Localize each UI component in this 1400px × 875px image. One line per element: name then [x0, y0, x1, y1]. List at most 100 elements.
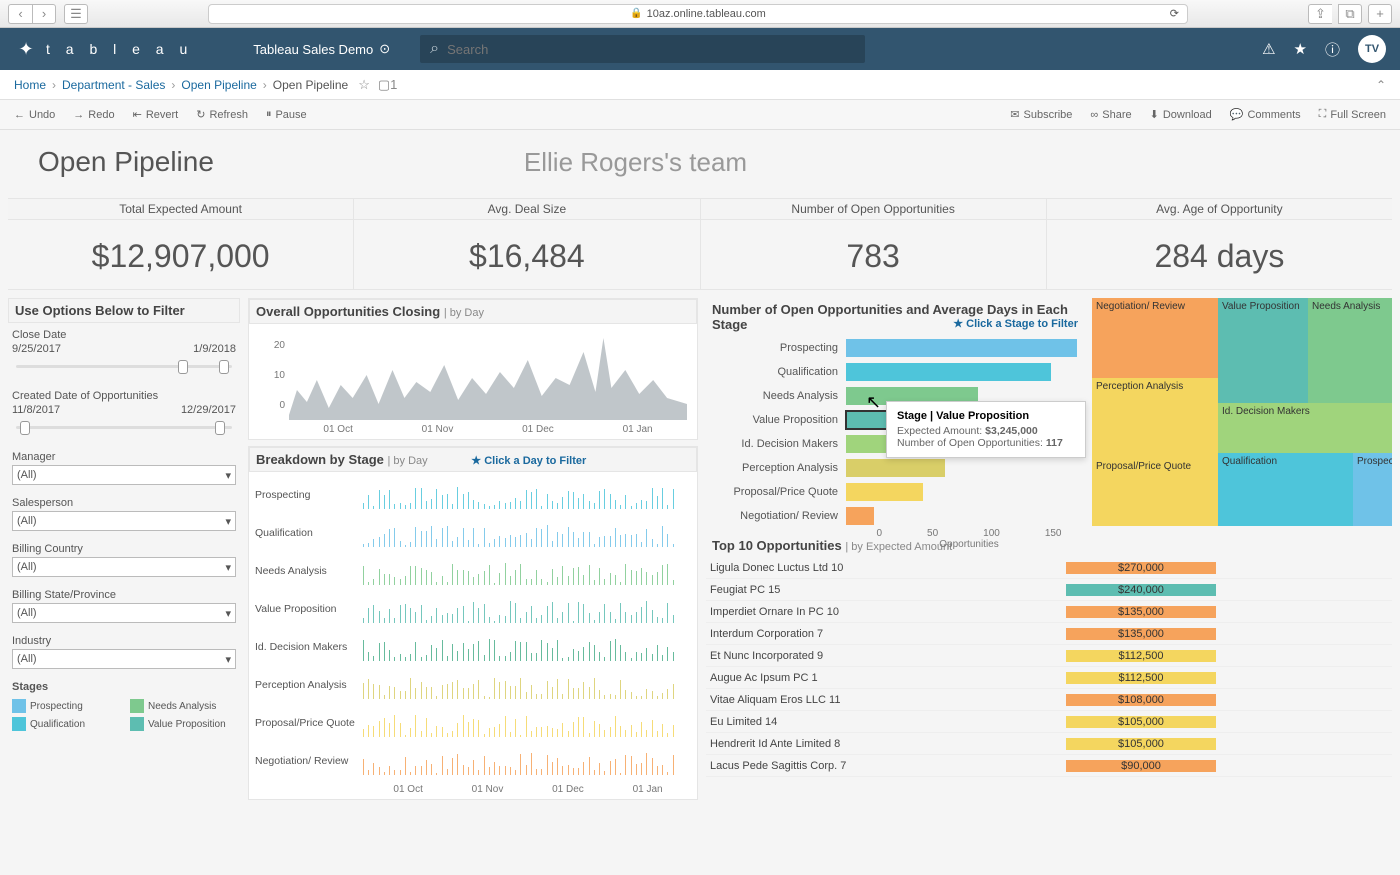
breadcrumb-current: Open Pipeline: [273, 78, 348, 92]
breakdown-row[interactable]: Needs Analysis: [255, 552, 691, 590]
share-button[interactable]: ∞Share: [1090, 108, 1131, 121]
close-date-slider[interactable]: [16, 365, 232, 368]
treemap-cell[interactable]: Needs Analysis: [1308, 298, 1392, 403]
redo-button[interactable]: →Redo: [73, 109, 114, 121]
breakdown-chart[interactable]: Breakdown by Stage | by Day ★ Click a Da…: [248, 446, 698, 800]
treemap-cell[interactable]: Prospecting: [1353, 453, 1392, 526]
alert-icon[interactable]: ⚠: [1262, 40, 1275, 58]
breakdown-row[interactable]: Perception Analysis: [255, 666, 691, 704]
new-tab-button[interactable]: +: [1368, 4, 1392, 24]
search-icon: ⌕: [430, 40, 439, 58]
share-browser-button[interactable]: ⇪: [1308, 4, 1332, 24]
top10-row[interactable]: Vitae Aliquam Eros LLC 11$108,000: [706, 689, 1392, 711]
industry-dropdown[interactable]: (All)▾: [12, 649, 236, 669]
top10-table: Top 10 Opportunities | by Expected Amoun…: [706, 534, 1392, 777]
views-icon[interactable]: ▢1: [378, 77, 398, 93]
filter-header: Use Options Below to Filter: [8, 298, 240, 323]
sidebar-toggle[interactable]: ☰: [64, 4, 88, 24]
reload-icon[interactable]: ⟳: [1170, 7, 1179, 20]
tooltip: Stage | Value Proposition Expected Amoun…: [886, 401, 1086, 458]
url-text: 10az.online.tableau.com: [647, 8, 766, 20]
treemap-cell[interactable]: Id. Decision Makers: [1218, 403, 1392, 453]
kpi-card[interactable]: Avg. Deal Size$16,484: [354, 198, 700, 290]
tabs-button[interactable]: ⧉: [1338, 4, 1362, 24]
breakdown-row[interactable]: Value Proposition: [255, 590, 691, 628]
stage-bar[interactable]: Prospecting: [706, 336, 1084, 360]
top10-row[interactable]: Eu Limited 14$105,000: [706, 711, 1392, 733]
top10-row[interactable]: Hendrerit Id Ante Limited 8$105,000: [706, 733, 1392, 755]
top10-row[interactable]: Interdum Corporation 7$135,000: [706, 623, 1392, 645]
collapse-icon[interactable]: ⌃: [1376, 78, 1386, 92]
top10-row[interactable]: Et Nunc Incorporated 9$112,500: [706, 645, 1392, 667]
info-icon[interactable]: ⓘ: [1325, 39, 1340, 60]
breakdown-row[interactable]: Prospecting: [255, 476, 691, 514]
undo-button[interactable]: ←Undo: [14, 109, 55, 121]
top10-row[interactable]: Lacus Pede Sagittis Corp. 7$90,000: [706, 755, 1392, 777]
treemap-cell[interactable]: Qualification: [1218, 453, 1353, 526]
billing-country-dropdown[interactable]: (All)▾: [12, 557, 236, 577]
url-bar[interactable]: 🔒 10az.online.tableau.com ⟳: [208, 4, 1188, 24]
tableau-logo-text: t a b l e a u: [46, 41, 193, 57]
lock-icon: 🔒: [630, 8, 642, 19]
kpi-card[interactable]: Avg. Age of Opportunity284 days: [1047, 198, 1392, 290]
tableau-logo-icon: ✦: [14, 37, 38, 61]
top10-row[interactable]: Imperdiet Ornare In PC 10$135,000: [706, 601, 1392, 623]
breadcrumb-dept[interactable]: Department - Sales: [62, 78, 165, 92]
stage-bar[interactable]: Proposal/Price Quote: [706, 480, 1084, 504]
treemap-cell[interactable]: Value Proposition: [1218, 298, 1308, 403]
legend-item[interactable]: Value Proposition: [130, 717, 236, 731]
search-input[interactable]: [447, 42, 855, 57]
pause-button[interactable]: ⏸Pause: [266, 108, 307, 121]
legend-item[interactable]: Qualification: [12, 717, 118, 731]
legend-item[interactable]: Prospecting: [12, 699, 118, 713]
forward-button[interactable]: ›: [32, 4, 56, 24]
download-button[interactable]: ⬇Download: [1150, 108, 1212, 121]
filter-panel: Use Options Below to Filter Close Date 9…: [8, 298, 240, 800]
refresh-button[interactable]: ↻Refresh: [196, 108, 248, 121]
tableau-logo[interactable]: ✦ t a b l e a u: [14, 37, 193, 61]
billing-state-dropdown[interactable]: (All)▾: [12, 603, 236, 623]
created-date-slider[interactable]: [16, 426, 232, 429]
top10-row[interactable]: Feugiat PC 15$240,000: [706, 579, 1392, 601]
treemap-cell[interactable]: Proposal/Price Quote: [1092, 458, 1218, 526]
revert-button[interactable]: ⇤Revert: [133, 108, 179, 121]
kpi-card[interactable]: Total Expected Amount$12,907,000: [8, 198, 354, 290]
top10-row[interactable]: Ligula Donec Luctus Ltd 10$270,000: [706, 557, 1392, 579]
treemap[interactable]: Negotiation/ ReviewPerception AnalysisPr…: [1092, 298, 1392, 526]
breakdown-row[interactable]: Negotiation/ Review: [255, 742, 691, 780]
user-avatar[interactable]: TV: [1358, 35, 1386, 63]
site-switcher[interactable]: Tableau Sales Demo ⊙: [253, 41, 390, 57]
stage-bar[interactable]: Perception Analysis: [706, 456, 1084, 480]
stage-bar[interactable]: Qualification: [706, 360, 1084, 384]
comments-button[interactable]: 💬Comments: [1230, 108, 1301, 121]
stage-bar[interactable]: Negotiation/ Review: [706, 504, 1084, 528]
kpi-card[interactable]: Number of Open Opportunities783: [701, 198, 1047, 290]
breakdown-row[interactable]: Qualification: [255, 514, 691, 552]
manager-dropdown[interactable]: (All)▾: [12, 465, 236, 485]
subscribe-button[interactable]: ✉Subscribe: [1010, 108, 1072, 121]
app-header: ✦ t a b l e a u Tableau Sales Demo ⊙ ⌕ ⚠…: [0, 28, 1400, 70]
breadcrumb: Home › Department - Sales › Open Pipelin…: [0, 70, 1400, 100]
back-button[interactable]: ‹: [8, 4, 32, 24]
dashboard-subtitle: Ellie Rogers's team: [524, 147, 747, 178]
favorite-icon[interactable]: ★: [1294, 40, 1307, 58]
salesperson-dropdown[interactable]: (All)▾: [12, 511, 236, 531]
stage-bar-chart[interactable]: Number of Open Opportunities and Average…: [706, 298, 1084, 526]
area-chart[interactable]: Overall Opportunities Closing | by Day 2…: [248, 298, 698, 440]
legend-item[interactable]: Needs Analysis: [130, 699, 236, 713]
filter-close-date: Close Date 9/25/20171/9/2018: [8, 323, 240, 384]
breadcrumb-home[interactable]: Home: [14, 78, 46, 92]
breakdown-row[interactable]: Id. Decision Makers: [255, 628, 691, 666]
browser-chrome: ‹ › ☰ 🔒 10az.online.tableau.com ⟳ ⇪ ⧉ +: [0, 0, 1400, 28]
breakdown-row[interactable]: Proposal/Price Quote: [255, 704, 691, 742]
breadcrumb-project[interactable]: Open Pipeline: [181, 78, 256, 92]
chevron-down-icon: ⊙: [379, 41, 390, 57]
fullscreen-button[interactable]: ⛶Full Screen: [1319, 108, 1386, 121]
top10-row[interactable]: Augue Ac Ipsum PC 1$112,500: [706, 667, 1392, 689]
search-box[interactable]: ⌕: [420, 35, 865, 63]
treemap-cell[interactable]: Perception Analysis: [1092, 378, 1218, 458]
star-icon[interactable]: ☆: [358, 77, 370, 93]
dashboard-title: Open Pipeline: [38, 146, 214, 178]
filter-created-date: Created Date of Opportunities 11/8/20171…: [8, 384, 240, 445]
treemap-cell[interactable]: Negotiation/ Review: [1092, 298, 1218, 378]
